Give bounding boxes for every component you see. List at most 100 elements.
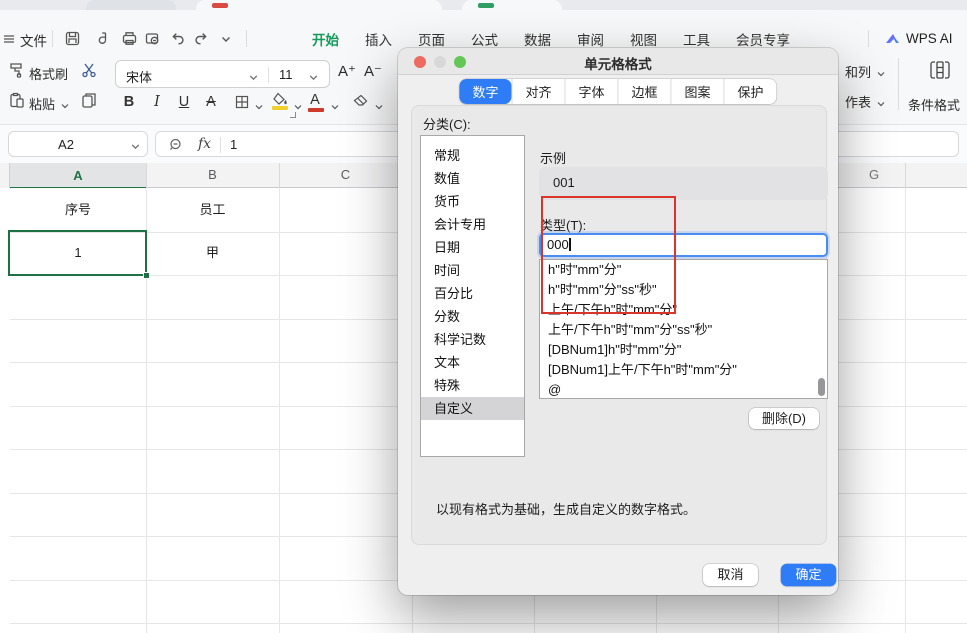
category-label: 分类(C): [423, 114, 471, 133]
conditional-format-icon [928, 58, 945, 75]
bold-button[interactable]: B [119, 94, 139, 110]
eraser-icon[interactable] [352, 93, 369, 110]
dialog-tab[interactable]: 边框 [618, 79, 671, 104]
chevron-down-icon[interactable] [876, 66, 886, 84]
cell-b1[interactable]: 员工 [146, 188, 279, 231]
category-option[interactable]: 分数 [421, 305, 524, 328]
column-header-b[interactable]: B [146, 167, 279, 182]
chevron-down-icon[interactable] [374, 99, 384, 117]
document-tab[interactable] [462, 0, 562, 10]
font-name-select[interactable]: 宋体 [126, 67, 152, 86]
italic-button[interactable]: I [147, 94, 167, 110]
dialog-titlebar[interactable]: 单元格格式 [398, 48, 838, 75]
fill-color-icon[interactable] [272, 92, 289, 109]
fill-handle[interactable] [143, 272, 150, 279]
format-option[interactable]: h"时"mm"分"ss"秒" [540, 280, 827, 300]
scrollbar-thumb[interactable] [818, 378, 825, 396]
export-pdf-icon[interactable] [94, 30, 111, 47]
divider [246, 30, 247, 47]
type-input[interactable]: 000 [539, 233, 828, 257]
type-label: 类型(T): [540, 215, 586, 234]
menu-tab[interactable]: 数据 [524, 29, 551, 49]
underline-button[interactable]: U [174, 94, 194, 110]
format-option[interactable]: @ [540, 380, 827, 399]
chevron-down-icon[interactable] [130, 139, 141, 157]
menu-tab[interactable]: 页面 [418, 29, 445, 49]
dialog-tab[interactable]: 图案 [671, 79, 724, 104]
column-header-g[interactable]: G [843, 167, 905, 182]
save-icon[interactable] [64, 30, 81, 47]
print-icon[interactable] [121, 30, 138, 47]
zoom-out-icon[interactable] [168, 137, 185, 154]
format-option[interactable]: h"时"mm"分" [540, 260, 827, 280]
menu-tab[interactable]: 工具 [683, 29, 710, 49]
column-header-c[interactable]: C [279, 167, 412, 182]
category-option[interactable]: 文本 [421, 351, 524, 374]
category-option[interactable]: 特殊 [421, 374, 524, 397]
cut-icon[interactable] [80, 61, 97, 78]
category-option[interactable]: 自定义 [421, 397, 524, 420]
format-option[interactable]: 上午/下午h"时"mm"分"ss"秒" [540, 320, 827, 340]
wps-ai-label[interactable]: WPS AI [906, 31, 953, 46]
undo-icon[interactable] [169, 30, 186, 47]
menu-tab[interactable]: 公式 [471, 29, 498, 49]
group-expand-icon[interactable] [290, 112, 296, 118]
chevron-down-icon[interactable] [330, 99, 340, 117]
strikethrough-button[interactable]: A [201, 94, 221, 110]
hamburger-menu-icon[interactable] [0, 31, 17, 48]
shrink-font-button[interactable]: A⁻ [364, 62, 382, 80]
dialog-tab[interactable]: 对齐 [511, 79, 564, 104]
category-option[interactable]: 数值 [421, 167, 524, 190]
redo-icon[interactable] [193, 30, 210, 47]
dialog-tab[interactable]: 字体 [564, 79, 617, 104]
menu-tab[interactable]: 开始 [312, 29, 339, 49]
fx-icon: fx [198, 136, 211, 152]
font-size-select[interactable]: 11 [279, 67, 293, 82]
chevron-down-icon[interactable] [60, 98, 70, 116]
column-header-a[interactable]: A [10, 163, 146, 188]
type-input-value: 000 [547, 237, 569, 252]
font-color-icon[interactable]: A [306, 92, 324, 108]
delete-button[interactable]: 删除(D) [749, 408, 819, 429]
document-tab[interactable] [196, 0, 442, 10]
borders-icon[interactable] [234, 94, 251, 111]
format-painter-button[interactable]: 格式刷 [29, 64, 68, 83]
paste-button[interactable]: 粘贴 [29, 94, 55, 113]
category-option[interactable]: 货币 [421, 190, 524, 213]
rows-cols-button[interactable]: 和列 [845, 62, 871, 81]
category-option[interactable]: 科学记数 [421, 328, 524, 351]
chevron-down-icon[interactable] [876, 96, 886, 114]
category-option[interactable]: 会计专用 [421, 213, 524, 236]
menu-tab[interactable]: 审阅 [577, 29, 604, 49]
worksheet-button[interactable]: 作表 [845, 92, 871, 111]
dialog-tab[interactable]: 保护 [724, 79, 777, 104]
copy-icon[interactable] [80, 91, 97, 108]
format-option[interactable]: [DBNum1]上午/下午h"时"mm"分" [540, 360, 827, 380]
dialog-tab[interactable]: 数字 [459, 79, 511, 104]
ok-button[interactable]: 确定 [781, 564, 836, 586]
category-option[interactable]: 常规 [421, 144, 524, 167]
menu-tab[interactable]: 会员专享 [736, 29, 790, 49]
format-option[interactable]: [DBNum1]h"时"mm"分" [540, 340, 827, 360]
print-preview-icon[interactable] [144, 30, 161, 47]
file-menu[interactable]: 文件 [20, 30, 47, 50]
conditional-format-button[interactable]: 条件格式 [908, 95, 960, 114]
category-option[interactable]: 日期 [421, 236, 524, 259]
wps-spreadsheet-window: 文件 开始插入页面公式数据审阅视图工具会员专享 WP [0, 0, 967, 633]
cancel-button[interactable]: 取消 [703, 564, 758, 586]
chevron-down-icon[interactable] [254, 99, 264, 117]
cell-b2[interactable]: 甲 [146, 231, 279, 274]
menu-tab[interactable]: 插入 [365, 29, 392, 49]
category-option[interactable]: 时间 [421, 259, 524, 282]
chevron-down-icon[interactable] [219, 32, 236, 49]
cell-a1[interactable]: 序号 [10, 188, 146, 231]
menu-tab[interactable]: 视图 [630, 29, 657, 49]
text-caret [569, 238, 570, 251]
chevron-down-icon[interactable] [248, 70, 259, 88]
document-tab[interactable] [86, 0, 176, 10]
chevron-down-icon[interactable] [308, 70, 319, 88]
name-box[interactable]: A2 [8, 131, 148, 157]
category-option[interactable]: 百分比 [421, 282, 524, 305]
format-option[interactable]: 上午/下午h"时"mm"分" [540, 300, 827, 320]
grow-font-button[interactable]: A⁺ [338, 62, 356, 80]
